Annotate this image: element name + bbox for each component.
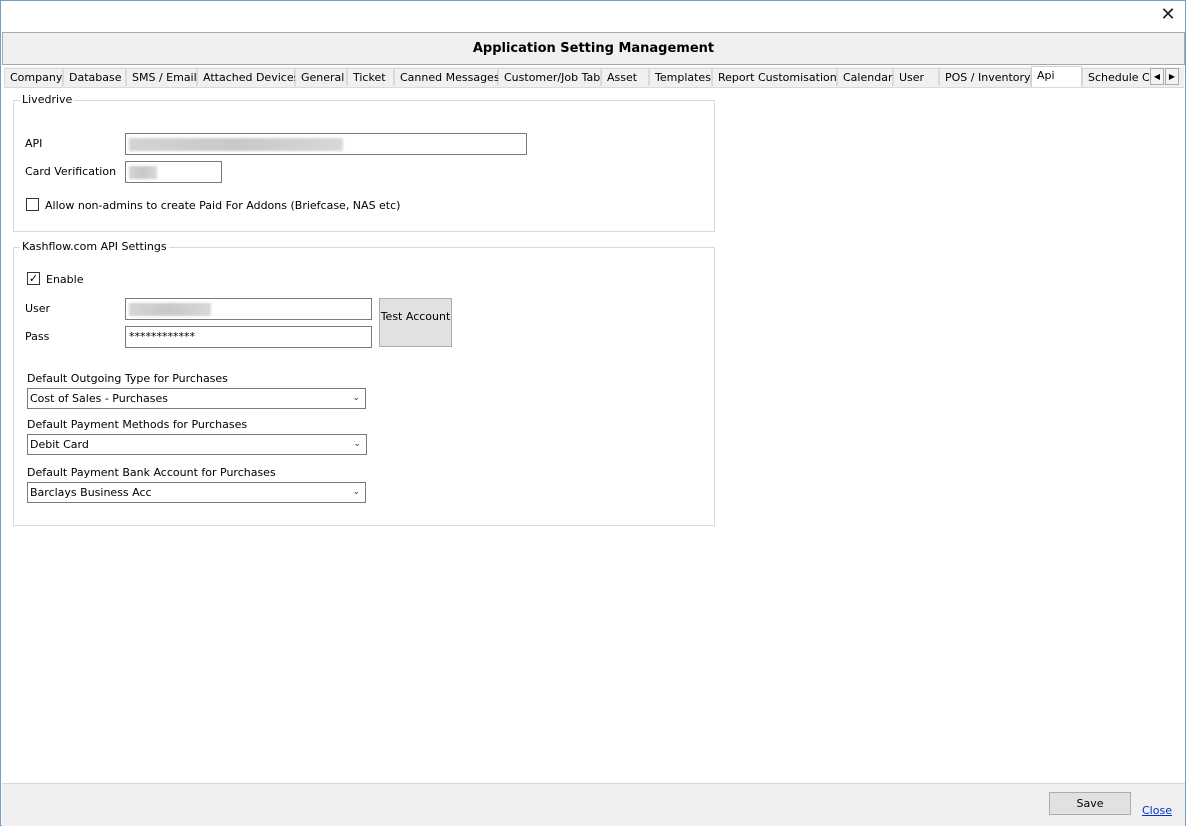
tab-canned-messages[interactable]: Canned Messages bbox=[394, 68, 500, 86]
tab-attached-devices[interactable]: Attached Devices bbox=[197, 68, 299, 86]
payment-method-select[interactable]: Debit Card ⌄ bbox=[27, 434, 367, 455]
payment-method-label: Default Payment Methods for Purchases bbox=[27, 418, 248, 431]
livedrive-title: Livedrive bbox=[20, 93, 75, 106]
tab-scroll: ◀ ▶ bbox=[1149, 68, 1179, 85]
tab-customer-job[interactable]: Customer/Job Tab bbox=[498, 68, 601, 86]
redacted-api-key bbox=[129, 138, 343, 151]
tab-schedule-cr[interactable]: Schedule CR bbox=[1082, 68, 1152, 86]
redacted-card-value bbox=[129, 166, 157, 179]
close-link[interactable]: Close bbox=[1142, 804, 1172, 817]
tab-company[interactable]: Company bbox=[4, 68, 63, 86]
tab-database[interactable]: Database bbox=[63, 68, 126, 86]
pass-field[interactable]: ************ bbox=[125, 326, 372, 348]
settings-window: ✕ Application Setting Management Company… bbox=[0, 0, 1186, 826]
chevron-down-icon: ⌄ bbox=[353, 439, 361, 449]
tab-ticket[interactable]: Ticket bbox=[347, 68, 394, 86]
user-label: User bbox=[25, 302, 51, 315]
tab-scroll-right-icon[interactable]: ▶ bbox=[1165, 68, 1179, 85]
window-title: Application Setting Management bbox=[472, 41, 715, 56]
tab-api[interactable]: Api bbox=[1031, 66, 1082, 87]
tab-report-customisation[interactable]: Report Customisation bbox=[712, 68, 837, 86]
tab-user[interactable]: User bbox=[893, 68, 939, 86]
footer-bar: Save Close bbox=[2, 783, 1185, 826]
outgoing-type-label: Default Outgoing Type for Purchases bbox=[27, 372, 228, 385]
test-account-button[interactable]: Test Account bbox=[379, 298, 452, 347]
tab-sms-email[interactable]: SMS / Email bbox=[126, 68, 197, 86]
tab-asset[interactable]: Asset bbox=[601, 68, 649, 86]
page-title: Application Setting Management bbox=[2, 32, 1185, 65]
card-verification-field[interactable] bbox=[125, 161, 222, 183]
enable-checkbox[interactable]: ✓ bbox=[27, 272, 40, 285]
livedrive-group: Livedrive API Card Verification Allow no… bbox=[13, 93, 715, 232]
api-field[interactable] bbox=[125, 133, 527, 155]
card-verification-label: Card Verification bbox=[25, 165, 117, 178]
allow-addons-checkbox[interactable] bbox=[26, 198, 39, 211]
tab-general[interactable]: General bbox=[295, 68, 347, 86]
user-field[interactable] bbox=[125, 298, 372, 320]
bank-account-select[interactable]: Barclays Business Acc ⌄ bbox=[27, 482, 366, 503]
outgoing-type-value: Cost of Sales - Purchases bbox=[30, 392, 168, 405]
tab-templates[interactable]: Templates bbox=[649, 68, 712, 86]
redacted-username bbox=[129, 303, 211, 316]
api-label: API bbox=[25, 137, 43, 150]
enable-label: Enable bbox=[46, 273, 84, 286]
save-button[interactable]: Save bbox=[1049, 792, 1131, 815]
chevron-down-icon: ⌄ bbox=[352, 393, 360, 403]
tab-calendar[interactable]: Calendar bbox=[837, 68, 893, 86]
chevron-down-icon: ⌄ bbox=[352, 487, 360, 497]
bank-account-label: Default Payment Bank Account for Purchas… bbox=[27, 466, 276, 479]
tab-scroll-left-icon[interactable]: ◀ bbox=[1150, 68, 1164, 85]
pass-label: Pass bbox=[25, 330, 50, 343]
allow-addons-label: Allow non-admins to create Paid For Addo… bbox=[45, 199, 401, 212]
tab-bar: Company Database SMS / Email Attached De… bbox=[4, 66, 1184, 88]
kashflow-title: Kashflow.com API Settings bbox=[20, 240, 169, 253]
bank-account-value: Barclays Business Acc bbox=[30, 486, 152, 499]
payment-method-value: Debit Card bbox=[30, 438, 89, 451]
kashflow-group: Kashflow.com API Settings ✓ Enable User … bbox=[13, 240, 715, 526]
outgoing-type-select[interactable]: Cost of Sales - Purchases ⌄ bbox=[27, 388, 366, 409]
tab-pos-inventory[interactable]: POS / Inventory bbox=[939, 68, 1031, 86]
close-icon[interactable]: ✕ bbox=[1159, 6, 1177, 24]
